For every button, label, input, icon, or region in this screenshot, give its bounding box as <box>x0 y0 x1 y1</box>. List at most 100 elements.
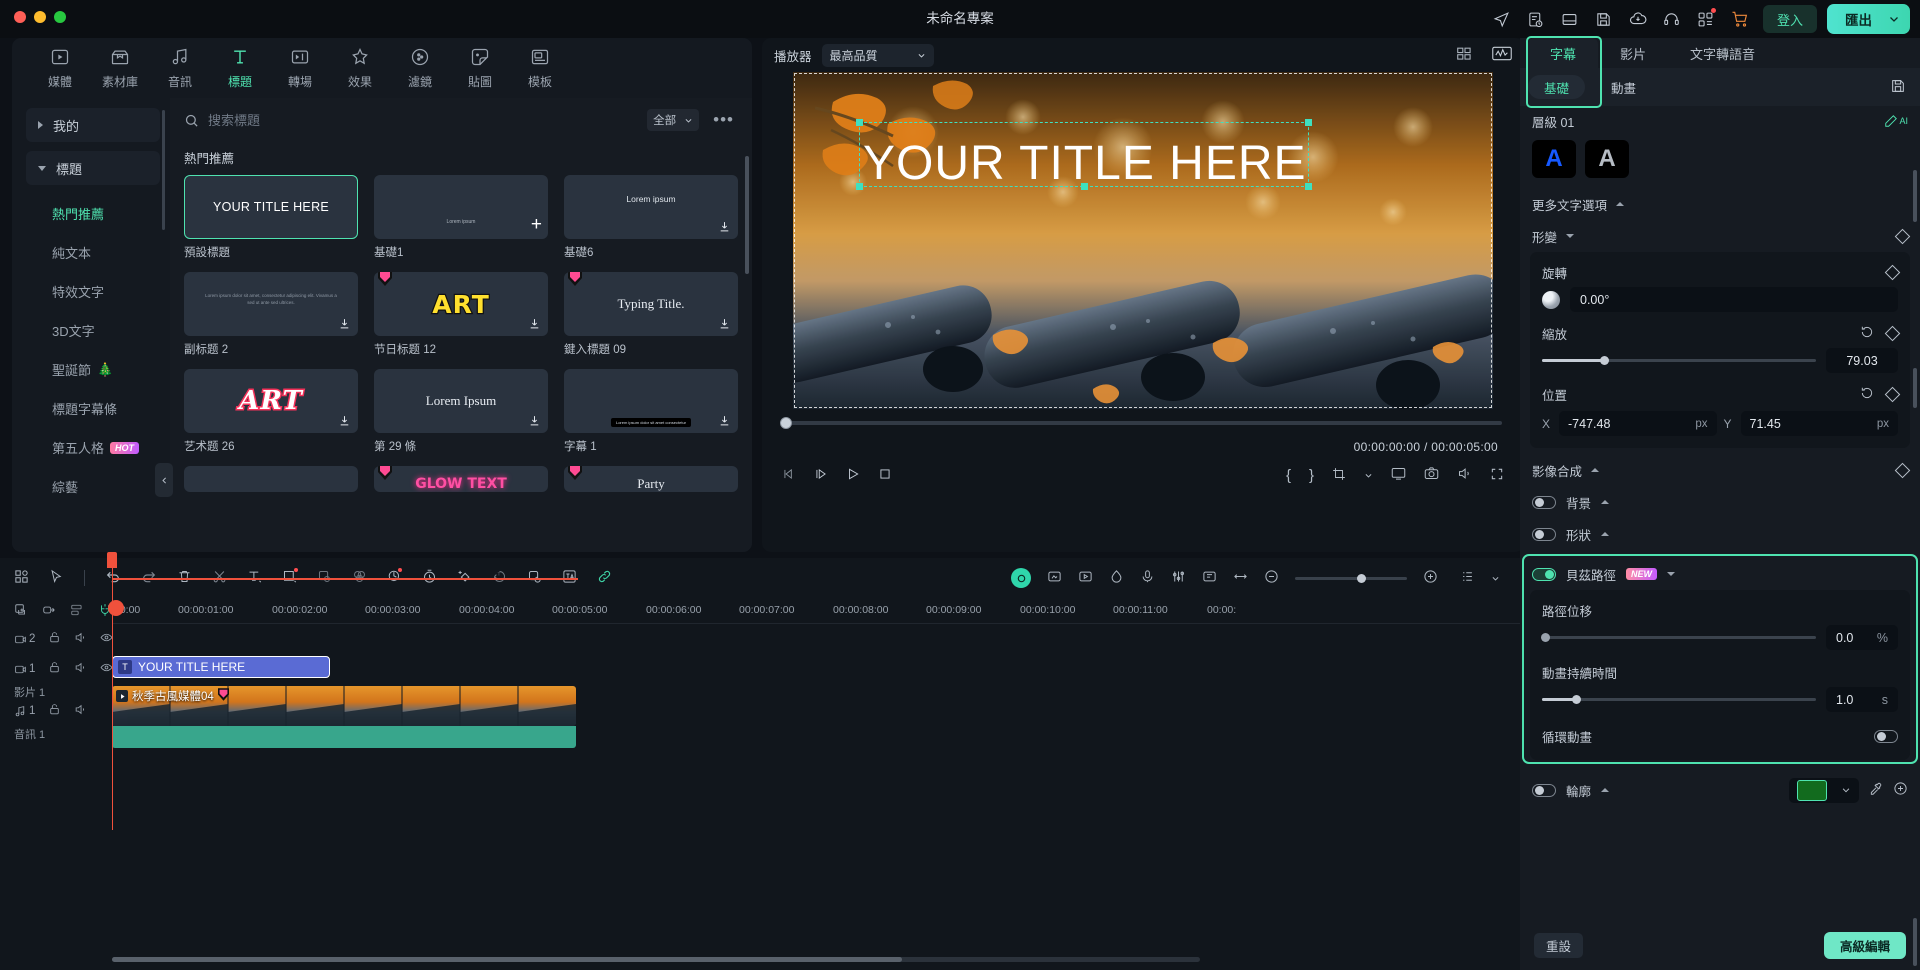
mask-shape-icon[interactable] <box>1109 569 1124 587</box>
template-item[interactable]: Typing Title. 鍵入標題 09 <box>564 272 738 357</box>
compositing-header[interactable]: 影像合成 <box>1520 454 1920 486</box>
chevron-down-icon[interactable] <box>1491 571 1500 586</box>
minimize-window-button[interactable] <box>34 11 46 23</box>
lock-icon[interactable] <box>48 661 61 677</box>
category-tab-template[interactable]: 模板 <box>510 40 570 96</box>
apps-grid-icon[interactable] <box>1691 4 1721 34</box>
background-toggle-row[interactable]: 背景 <box>1520 486 1920 518</box>
zoom-slider-handle[interactable] <box>1357 573 1366 583</box>
x-input[interactable]: -747.48 px <box>1559 411 1717 436</box>
mute-icon[interactable] <box>74 703 87 719</box>
record-icon[interactable] <box>1011 568 1031 588</box>
export-button[interactable]: 匯出 <box>1827 4 1910 34</box>
timeline-horizontal-scrollbar[interactable] <box>112 957 1200 962</box>
nav-item-effect-text[interactable]: 特效文字 <box>12 272 170 311</box>
green-screen-icon[interactable] <box>1047 569 1062 587</box>
login-button[interactable]: 登入 <box>1762 5 1817 33</box>
category-tab-audio[interactable]: 音訊 <box>150 40 210 96</box>
share-icon[interactable] <box>1487 4 1517 34</box>
template-item[interactable]: GLOW TEXT <box>374 466 548 492</box>
nav-group-mine[interactable]: 我的 <box>26 108 160 142</box>
mute-icon[interactable] <box>74 661 87 677</box>
category-tab-title[interactable]: 標題 <box>210 40 270 96</box>
nav-item-popular[interactable]: 熱門推薦 <box>12 194 170 233</box>
nav-item-identity-v[interactable]: 第五人格 HOT <box>12 428 170 467</box>
keyframe-diamond-icon[interactable] <box>1884 386 1901 402</box>
category-tab-effects[interactable]: 效果 <box>330 40 390 96</box>
mixer-icon[interactable] <box>1171 569 1186 587</box>
note-clock-icon[interactable] <box>1521 4 1551 34</box>
text-preset-silver[interactable]: A <box>1585 140 1629 178</box>
nav-item-christmas[interactable]: 聖誕節 🎄 <box>12 350 170 389</box>
mute-icon[interactable] <box>74 631 87 647</box>
reset-icon[interactable] <box>1860 325 1874 342</box>
nav-item-3d-text[interactable]: 3D文字 <box>12 311 170 350</box>
nav-item-plain-text[interactable]: 純文本 <box>12 233 170 272</box>
fullscreen-icon[interactable] <box>1490 467 1504 484</box>
add-icon[interactable]: + <box>531 215 542 234</box>
resize-handle-tl[interactable] <box>856 119 863 126</box>
camera-icon[interactable] <box>1424 466 1439 484</box>
slider-handle[interactable] <box>1599 356 1609 365</box>
collapse-panel-button[interactable] <box>155 463 173 497</box>
template-item[interactable]: YOUR TITLE HERE 預設標題 <box>184 175 358 260</box>
download-icon[interactable] <box>336 315 353 332</box>
marker-icon[interactable] <box>1202 569 1217 587</box>
grid-layout-icon[interactable] <box>1456 46 1474 65</box>
rotation-value[interactable]: 0.00° <box>1570 287 1898 312</box>
mark-in-icon[interactable]: { <box>1286 467 1291 484</box>
template-item[interactable]: ART 节日标题 12 <box>374 272 548 357</box>
preview-seekbar[interactable] <box>780 417 1502 429</box>
more-text-options-header[interactable]: 更多文字選項 <box>1520 188 1920 220</box>
template-thumb[interactable]: ART <box>184 369 358 433</box>
nav-group-titles[interactable]: 標題 <box>26 151 160 185</box>
subtab-animation[interactable]: 動畫 <box>1595 75 1652 99</box>
title-clip[interactable]: T YOUR TITLE HERE <box>112 656 330 678</box>
background-toggle[interactable] <box>1532 495 1556 509</box>
outline-row[interactable]: 輪廓 <box>1520 774 1920 806</box>
cart-icon[interactable] <box>1725 4 1755 34</box>
playhead-handle[interactable] <box>107 552 117 568</box>
headset-icon[interactable] <box>1657 4 1687 34</box>
template-thumb[interactable]: Lorem ipsum dolor sit amet, consectetur … <box>184 272 358 336</box>
cloud-upload-icon[interactable] <box>1623 4 1653 34</box>
template-item[interactable]: Lorem ipsum + 基礎1 <box>374 175 548 260</box>
download-icon[interactable] <box>336 412 353 429</box>
template-item[interactable] <box>184 466 358 492</box>
play-icon[interactable] <box>846 467 860 484</box>
preview-title-text[interactable]: YOUR TITLE HERE <box>863 136 1307 191</box>
shape-toggle[interactable] <box>1532 527 1556 541</box>
timeline-marker[interactable] <box>108 600 124 616</box>
template-thumb[interactable]: Party <box>564 466 738 492</box>
track-list-icon[interactable] <box>1460 569 1475 587</box>
more-options-button[interactable]: ••• <box>709 110 738 130</box>
quality-select[interactable]: 最高品質 <box>821 43 934 67</box>
shape-toggle-row[interactable]: 形狀 <box>1520 518 1920 550</box>
save-icon[interactable] <box>1589 4 1619 34</box>
window-controls[interactable] <box>14 11 66 23</box>
template-item[interactable]: Lorem ipsum dolor sit amet consectetur 字… <box>564 369 738 454</box>
chevron-down-icon[interactable] <box>1364 468 1373 483</box>
close-window-button[interactable] <box>14 11 26 23</box>
search-input[interactable] <box>208 112 458 128</box>
video-clip[interactable]: 秋季古風媒體04 <box>112 686 576 726</box>
template-item[interactable]: Party <box>564 466 738 492</box>
category-tab-filter[interactable]: 濾鏡 <box>390 40 450 96</box>
resize-handle-tr[interactable] <box>1305 119 1312 126</box>
rotation-dial[interactable] <box>1542 290 1560 309</box>
preview-stage[interactable]: YOUR TITLE HERE <box>793 72 1493 409</box>
template-item[interactable]: Lorem ipsum dolor sit amet, consectetur … <box>184 272 358 357</box>
category-tab-sticker[interactable]: 貼圖 <box>450 40 510 96</box>
playhead[interactable] <box>112 552 113 830</box>
content-scrollbar[interactable] <box>745 156 749 274</box>
scrollbar-thumb[interactable] <box>112 957 902 962</box>
template-thumb[interactable]: ART <box>374 272 548 336</box>
resize-handle-bl[interactable] <box>856 183 863 190</box>
layout-icon[interactable] <box>1555 4 1585 34</box>
advanced-edit-button[interactable]: 高級編輯 <box>1823 931 1906 959</box>
audio-waveform-clip[interactable] <box>112 726 576 748</box>
template-thumb[interactable]: Lorem ipsum <box>564 175 738 239</box>
stop-icon[interactable] <box>878 467 892 484</box>
category-tab-transition[interactable]: 轉場 <box>270 40 330 96</box>
eyedropper-icon[interactable] <box>1869 782 1883 799</box>
